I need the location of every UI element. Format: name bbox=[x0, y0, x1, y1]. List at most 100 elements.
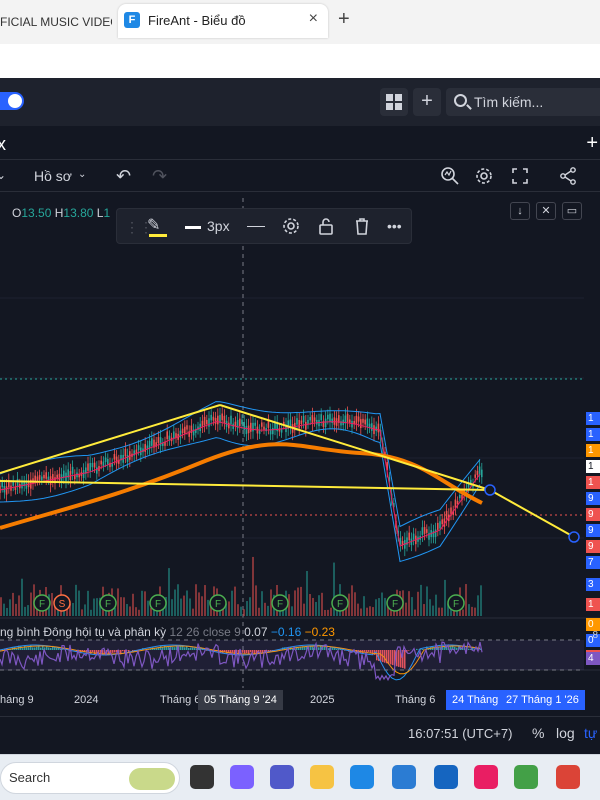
close-icon[interactable]: x bbox=[0, 134, 6, 155]
candle-body bbox=[351, 420, 353, 428]
profile-dropdown[interactable]: Hồ sơ bbox=[34, 168, 72, 184]
indicator-icon[interactable] bbox=[440, 166, 460, 191]
log-scale-toggle[interactable]: log bbox=[556, 725, 575, 741]
search-input[interactable]: Tìm kiếm... bbox=[446, 88, 600, 116]
auto-scale-toggle[interactable]: tự bbox=[584, 725, 597, 741]
line-color-swatch[interactable] bbox=[149, 234, 167, 237]
pen-icon[interactable]: ✎ bbox=[147, 215, 160, 235]
edge-icon[interactable] bbox=[350, 765, 374, 789]
event-marker-label: F bbox=[392, 599, 398, 610]
panel-header: x + bbox=[0, 130, 600, 160]
candle-body bbox=[445, 510, 448, 519]
trend-line[interactable] bbox=[489, 489, 575, 538]
volume-bar bbox=[432, 605, 434, 616]
candle-body bbox=[126, 454, 129, 462]
app-icon[interactable] bbox=[514, 765, 538, 789]
volume-bar bbox=[27, 605, 29, 616]
candle-body bbox=[307, 419, 309, 424]
volume-bar bbox=[78, 590, 80, 616]
candle-body bbox=[144, 444, 146, 452]
browser-tab-fireant[interactable]: F FireAnt - Biểu đồ × bbox=[118, 4, 328, 38]
lock-icon[interactable] bbox=[317, 216, 335, 241]
new-tab-button[interactable]: + bbox=[338, 8, 350, 31]
trend-line[interactable] bbox=[219, 404, 491, 491]
event-marker[interactable]: F bbox=[331, 594, 349, 612]
candle-body bbox=[36, 476, 39, 481]
close-icon[interactable]: × bbox=[309, 10, 318, 28]
percent-scale-toggle[interactable]: % bbox=[532, 725, 544, 741]
more-icon[interactable]: ••• bbox=[387, 218, 402, 234]
event-marker[interactable]: F bbox=[99, 594, 117, 612]
teams-icon[interactable] bbox=[270, 765, 294, 789]
volume-bar bbox=[171, 599, 173, 616]
volume-bar bbox=[126, 604, 128, 616]
volume-bar bbox=[75, 584, 77, 616]
rsi-chart[interactable] bbox=[0, 630, 600, 686]
theme-toggle[interactable] bbox=[0, 92, 24, 110]
price-chart[interactable]: F S F F F F F F Fng bình Đông hội tụ và phân kỳ … bbox=[0, 198, 600, 688]
file-explorer-icon[interactable] bbox=[310, 765, 334, 789]
volume-bar bbox=[267, 605, 269, 616]
chevron-down-icon[interactable]: ⌄ bbox=[78, 169, 86, 180]
app-icon[interactable] bbox=[434, 765, 458, 789]
candle-body bbox=[401, 541, 404, 545]
restore-icon[interactable]: ▭ bbox=[562, 202, 582, 220]
search-highlight-icon bbox=[129, 768, 175, 790]
collapse-icon[interactable]: ✕ bbox=[536, 202, 556, 220]
event-marker[interactable]: F bbox=[33, 594, 51, 612]
event-marker-label: F bbox=[277, 599, 283, 610]
event-marker[interactable]: F bbox=[209, 594, 227, 612]
candle-body bbox=[309, 416, 311, 421]
candle-body bbox=[377, 423, 380, 433]
copilot-icon[interactable] bbox=[230, 765, 254, 789]
trend-line[interactable] bbox=[0, 480, 491, 491]
candle-body bbox=[203, 416, 206, 426]
candle-body bbox=[166, 431, 168, 440]
browser-tab-music[interactable]: FICIAL MUSIC VIDEO bbox=[0, 8, 112, 36]
add-panel-button[interactable]: + bbox=[586, 132, 598, 155]
candle-body bbox=[366, 418, 369, 427]
layout-grid-button[interactable] bbox=[380, 88, 408, 116]
volume-bar bbox=[351, 585, 353, 616]
add-widget-button[interactable]: + bbox=[413, 88, 441, 116]
candle-body bbox=[476, 470, 479, 475]
fullscreen-icon[interactable] bbox=[510, 166, 530, 191]
trend-handle[interactable] bbox=[568, 531, 580, 543]
time-label: 2025 bbox=[310, 694, 335, 706]
event-marker[interactable]: F bbox=[271, 594, 289, 612]
event-marker[interactable]: F bbox=[386, 594, 404, 612]
trend-handle[interactable] bbox=[484, 484, 496, 496]
share-icon[interactable] bbox=[558, 166, 578, 191]
chrome-icon[interactable] bbox=[556, 765, 580, 789]
volume-bar bbox=[426, 586, 428, 616]
line-width-icon[interactable] bbox=[185, 226, 201, 229]
undo-button[interactable]: ↶ bbox=[116, 166, 131, 187]
volume-bar bbox=[9, 599, 11, 616]
line-style-icon[interactable] bbox=[247, 226, 265, 227]
volume-bar bbox=[429, 599, 431, 616]
redo-button[interactable]: ↷ bbox=[152, 166, 167, 187]
settings-icon[interactable] bbox=[474, 166, 494, 191]
volume-bar bbox=[372, 607, 374, 616]
time-axis[interactable]: háng 9 2024 Tháng 6 05 Tháng 9 '24 2025 … bbox=[0, 688, 600, 712]
candle-body bbox=[89, 463, 91, 471]
task-view-icon[interactable] bbox=[190, 765, 214, 789]
price-axis[interactable]: 11111999973100− bbox=[584, 198, 600, 698]
price-tag: 3 bbox=[586, 578, 600, 591]
arrow-down-icon[interactable]: ↓ bbox=[510, 202, 530, 220]
taskbar-search[interactable]: Search bbox=[0, 762, 180, 794]
volume-bar bbox=[117, 588, 119, 616]
range-end-label: 27 Tháng 1 '26 bbox=[500, 690, 585, 710]
volume-bar bbox=[354, 592, 356, 616]
event-marker[interactable]: F bbox=[447, 594, 465, 612]
event-marker[interactable]: F bbox=[149, 594, 167, 612]
line-width-label[interactable]: 3px bbox=[207, 218, 230, 234]
trash-icon[interactable] bbox=[353, 216, 371, 241]
chevron-down-icon[interactable]: ⌄ bbox=[0, 168, 6, 182]
price-tag: 1 bbox=[586, 598, 600, 611]
settings-icon[interactable] bbox=[281, 216, 301, 241]
windows-taskbar: Search bbox=[0, 754, 600, 800]
app-icon[interactable] bbox=[474, 765, 498, 789]
store-icon[interactable] bbox=[392, 765, 416, 789]
event-marker[interactable]: S bbox=[53, 594, 71, 612]
